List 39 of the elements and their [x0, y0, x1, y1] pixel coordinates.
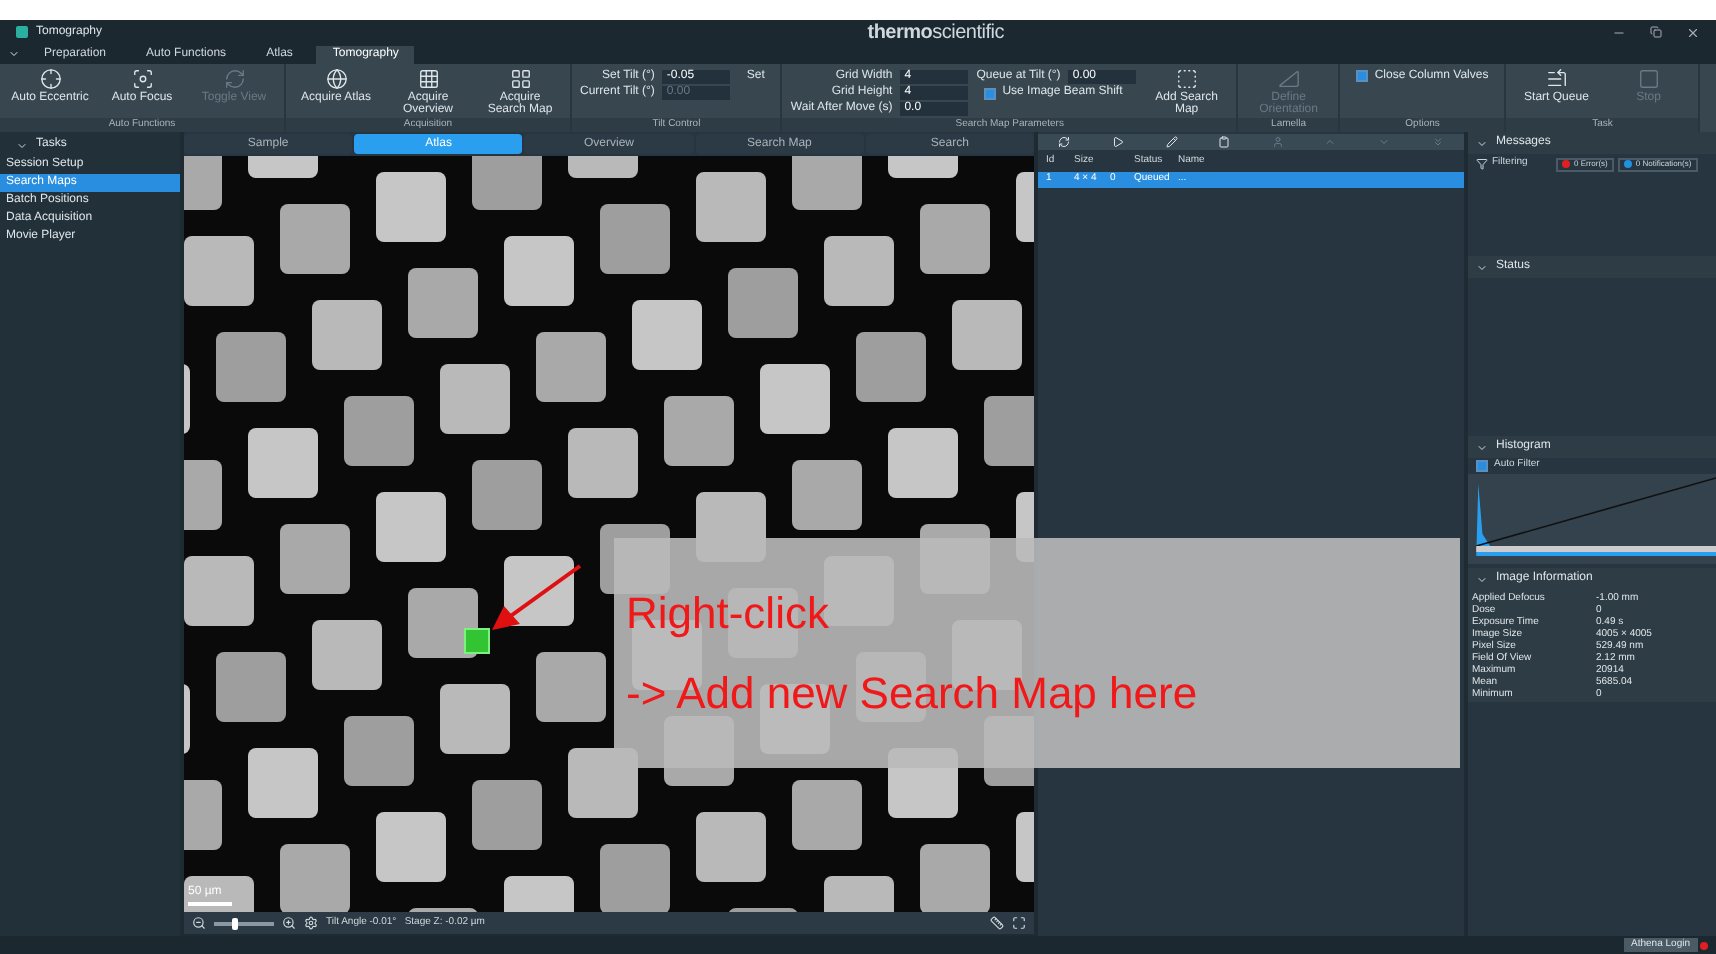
ribbon-icon [325, 68, 347, 90]
ribbon-icon [1277, 68, 1300, 90]
zoom-in-icon[interactable] [282, 916, 296, 930]
ribbon-icon [223, 68, 245, 90]
fit-icon[interactable] [1012, 916, 1026, 930]
settings-icon[interactable] [304, 916, 318, 930]
ribbon-icon [1637, 68, 1660, 90]
brand-logo: thermoscientific [867, 19, 1004, 47]
ribbon-icon [417, 68, 439, 90]
close-icon[interactable] [1686, 25, 1700, 39]
ruler-icon[interactable] [990, 916, 1004, 930]
toolbar-icon[interactable] [1165, 136, 1178, 148]
pointer-arrow [492, 562, 584, 634]
app-icon [16, 26, 28, 38]
toolbar-icon[interactable] [1218, 136, 1231, 148]
collapse-icon[interactable] [1476, 261, 1488, 273]
checkbox[interactable] [1476, 460, 1488, 472]
ribbon-icon [1545, 68, 1568, 90]
annotation-text: -> Add new Search Map here [626, 669, 1200, 717]
ribbon-icon [39, 68, 61, 90]
restore-icon[interactable] [1650, 26, 1662, 38]
collapse-icon[interactable] [16, 139, 28, 151]
collapse-icon[interactable] [1476, 441, 1488, 453]
collapse-icon[interactable] [1476, 137, 1488, 149]
annotation-text: Right-click [626, 589, 831, 637]
scale-bar [188, 902, 232, 906]
collapse-icon[interactable] [1476, 573, 1488, 585]
zoom-slider-thumb[interactable] [232, 917, 238, 929]
search-map-marker-icon [464, 628, 490, 654]
ribbon-icon [509, 68, 531, 90]
menu-icon[interactable] [8, 48, 20, 60]
toolbar-icon[interactable] [1111, 136, 1124, 148]
ribbon-icon [131, 68, 153, 90]
checkbox[interactable] [1356, 70, 1369, 83]
toolbar-icon[interactable] [1058, 136, 1071, 148]
zoom-out-icon[interactable] [192, 916, 206, 930]
ribbon-icon [1175, 68, 1198, 90]
filter-icon [1476, 158, 1488, 170]
checkbox[interactable] [984, 87, 997, 99]
